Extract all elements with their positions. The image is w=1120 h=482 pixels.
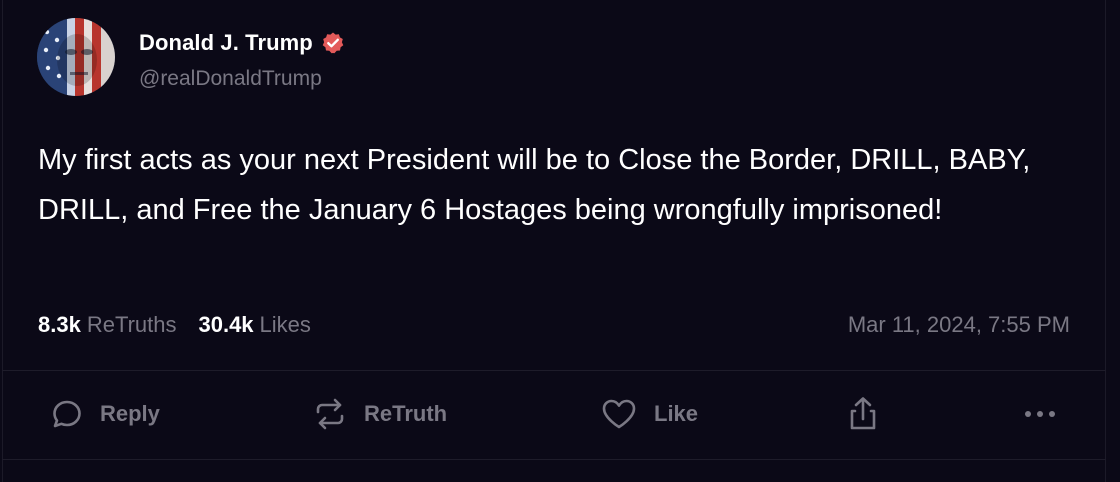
share-upload-icon: [845, 395, 881, 433]
post-text: My first acts as your next President wil…: [38, 144, 1031, 226]
retruths-label[interactable]: ReTruths: [87, 312, 177, 338]
action-bar: Reply ReTruth Like: [0, 388, 1120, 440]
verified-badge-icon: [321, 31, 345, 55]
repost-arrows-icon: [312, 396, 348, 432]
reply-button[interactable]: Reply: [50, 388, 160, 440]
ellipsis-icon: [1020, 408, 1060, 420]
post-header: Donald J. Trump @realDonaldTrump: [37, 18, 345, 96]
actions-divider-bottom: [2, 459, 1106, 460]
retruth-button[interactable]: ReTruth: [312, 388, 447, 440]
post-stats: 8.3k ReTruths 30.4k Likes: [38, 310, 311, 340]
retruths-count[interactable]: 8.3k: [38, 312, 81, 338]
author-handle[interactable]: @realDonaldTrump: [139, 67, 345, 91]
like-label: Like: [654, 401, 699, 426]
like-button[interactable]: Like: [600, 388, 698, 440]
name-row: Donald J. Trump: [139, 30, 345, 56]
post-card: Donald J. Trump @realDonaldTrump My firs…: [0, 0, 1120, 482]
reply-label: Reply: [100, 401, 160, 426]
post-timestamp: Mar 11, 2024, 7:55 PM: [847, 312, 1070, 337]
author-display-name[interactable]: Donald J. Trump: [139, 30, 313, 56]
heart-icon: [600, 397, 638, 431]
avatar[interactable]: [37, 18, 115, 96]
author-identity: Donald J. Trump @realDonaldTrump: [139, 30, 345, 91]
likes-label[interactable]: Likes: [260, 312, 311, 338]
share-button[interactable]: [845, 388, 881, 440]
actions-divider-top: [2, 370, 1106, 371]
likes-count[interactable]: 30.4k: [198, 312, 253, 338]
more-options-button[interactable]: [1020, 388, 1060, 440]
speech-bubble-icon: [50, 397, 84, 431]
retruth-label: ReTruth: [364, 401, 448, 426]
